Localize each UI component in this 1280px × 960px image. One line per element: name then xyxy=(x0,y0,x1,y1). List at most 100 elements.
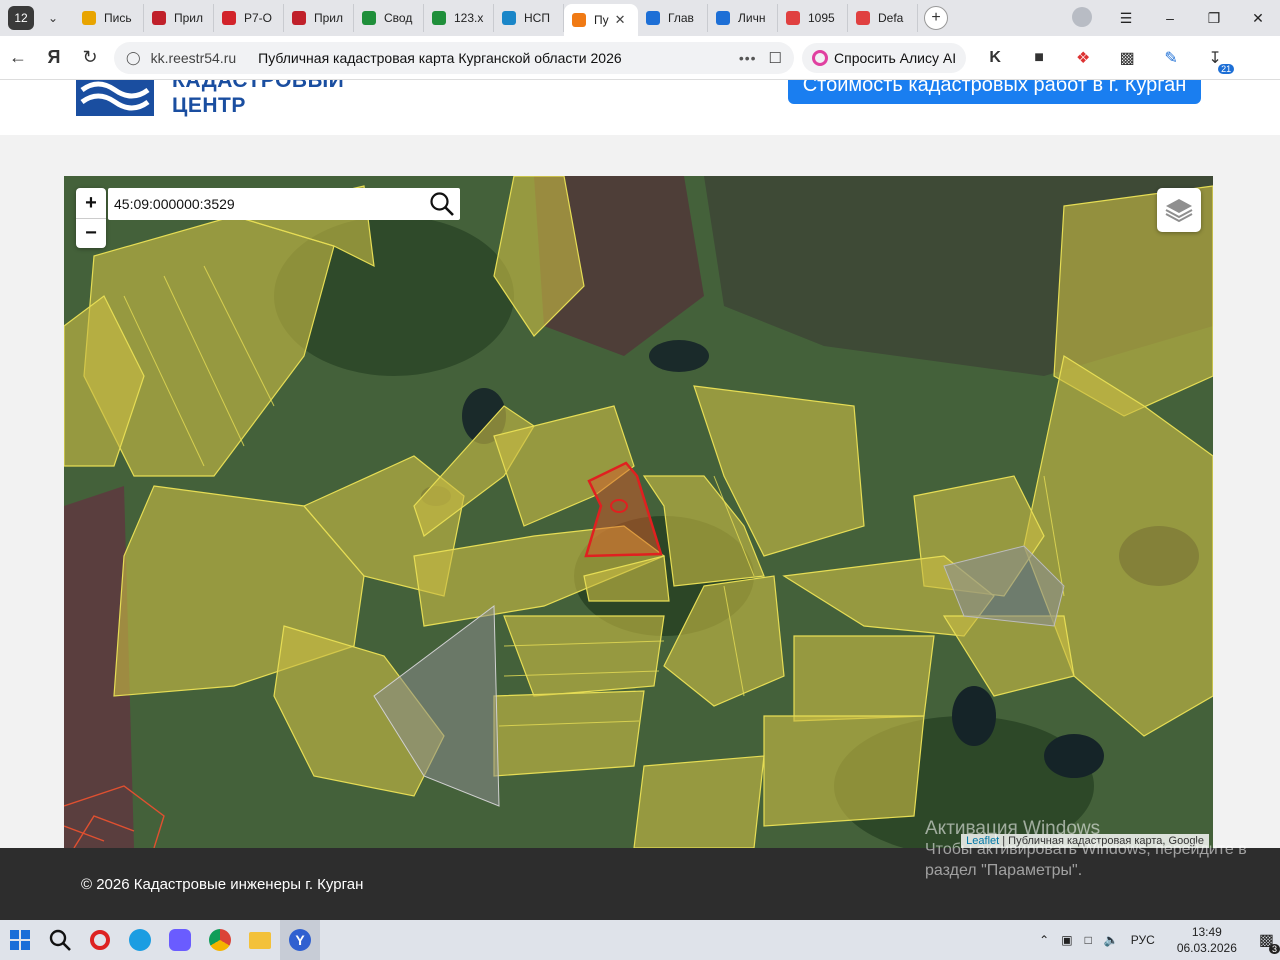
profile-icon[interactable] xyxy=(1060,6,1104,30)
tab-counter-button[interactable]: 12 xyxy=(8,6,34,30)
app-circle-icon[interactable] xyxy=(80,920,120,960)
windows-activation-watermark: Активация Windows Чтобы активировать Win… xyxy=(925,818,1247,881)
windows-taskbar: Y ⌃ ▣ □ 🔈 РУС 13:49 06.03.2026 ▩ 3 xyxy=(0,920,1280,960)
watermark-line-3: раздел "Параметры". xyxy=(925,862,1083,879)
logo-icon[interactable] xyxy=(76,80,154,116)
notifications-icon[interactable]: ▩ 3 xyxy=(1259,930,1280,954)
restore-button[interactable]: ❐ xyxy=(1192,10,1236,27)
downloads-badge: 21 xyxy=(1218,63,1235,74)
tab-favicon-icon xyxy=(362,11,376,25)
pricing-cta-button[interactable]: Стоимость кадастровых работ в г. Курган xyxy=(788,80,1201,104)
tab-label: Прил xyxy=(174,11,204,25)
page-title: Публичная кадастровая карта Курганской о… xyxy=(258,49,622,66)
browser-tab-bar: 12 ⌄ Пись Прил Р7-О Прил Свод 123.х НСП Пу ✕ Глав… xyxy=(0,0,1280,36)
clock-time: 13:49 xyxy=(1191,925,1222,939)
browser-tab[interactable]: 123.х xyxy=(424,4,494,32)
cadastral-map[interactable]: + − Leaflet | Публичная кадастровая карт… xyxy=(64,176,1213,848)
tab-label: Свод xyxy=(384,11,413,25)
extension-puzzle-icon[interactable]: ▩ xyxy=(1116,48,1138,68)
close-window-button[interactable]: ✕ xyxy=(1236,10,1280,27)
meet-icon[interactable]: ▣ xyxy=(1061,933,1072,947)
tab-favicon-icon xyxy=(786,11,800,25)
tab-label: Р7-О xyxy=(244,11,273,25)
tab-favicon-icon xyxy=(502,11,516,25)
browser-tab[interactable]: Р7-О xyxy=(214,4,284,32)
browser-tab[interactable]: Пу ✕ xyxy=(564,4,638,36)
browser-tab[interactable]: Defa xyxy=(848,4,918,32)
minimize-button[interactable]: – xyxy=(1148,10,1192,26)
new-tab-button[interactable]: + xyxy=(924,6,948,30)
language-indicator[interactable]: РУС xyxy=(1131,933,1155,947)
messenger-icon[interactable] xyxy=(160,920,200,960)
logo-text: КАДАСТРОВЫЙ ЦЕНТР xyxy=(172,80,344,118)
tab-favicon-icon xyxy=(432,11,446,25)
volume-icon[interactable]: 🔈 xyxy=(1104,933,1119,947)
tab-label: Пу xyxy=(594,13,609,27)
downloads-icon[interactable]: ↧ 21 xyxy=(1204,48,1235,74)
tab-favicon-icon xyxy=(646,11,660,25)
url-domain: kk.reestr54.ru xyxy=(150,49,237,66)
windows-icon xyxy=(10,930,30,950)
tab-label: 1095 xyxy=(808,11,835,25)
bookmark-icon[interactable]: ☐ xyxy=(769,49,782,67)
tab-label: Прил xyxy=(314,11,344,25)
reload-button[interactable]: ↻ xyxy=(72,47,108,68)
address-bar: ← Я ↻ ◯ kk.reestr54.ru Публичная кадастр… xyxy=(0,36,1280,80)
file-explorer-icon[interactable] xyxy=(240,920,280,960)
browser-tab[interactable]: Пись xyxy=(74,4,144,32)
browser-tab[interactable]: Личн xyxy=(708,4,778,32)
alisa-label: Спросить Алису AI xyxy=(834,49,957,66)
search-icon[interactable] xyxy=(424,188,460,220)
clock[interactable]: 13:49 06.03.2026 xyxy=(1177,924,1237,956)
zoom-out-button[interactable]: − xyxy=(76,218,106,248)
network-icon[interactable]: □ xyxy=(1085,933,1092,947)
chevron-down-icon[interactable]: ⌄ xyxy=(40,5,66,31)
search-taskbar-icon[interactable] xyxy=(40,920,80,960)
extension-shield-icon[interactable]: ❖ xyxy=(1072,48,1094,68)
tab-label: Пись xyxy=(104,11,132,25)
extension-translate-icon[interactable]: ✎ xyxy=(1160,48,1182,68)
watermark-line-2: Чтобы активировать Windows, перейдите в xyxy=(925,841,1247,858)
start-button[interactable] xyxy=(0,920,40,960)
menu-icon[interactable]: ☰ xyxy=(1104,10,1148,27)
zoom-control: + − xyxy=(76,188,106,248)
back-button[interactable]: ← xyxy=(0,47,36,68)
extension-k-icon[interactable]: K xyxy=(984,49,1006,67)
chevron-up-icon[interactable]: ⌃ xyxy=(1039,933,1049,947)
browser-tab[interactable]: Прил xyxy=(284,4,354,32)
browser-tab[interactable]: Свод xyxy=(354,4,424,32)
footer-copyright: © 2026 Кадастровые инженеры г. Курган xyxy=(81,876,364,893)
alisa-button[interactable]: Спросить Алису AI xyxy=(802,42,967,73)
browser-tab[interactable]: НСП xyxy=(494,4,564,32)
notifications-badge: 3 xyxy=(1268,944,1280,954)
close-tab-icon[interactable]: ✕ xyxy=(615,12,626,28)
more-icon[interactable]: ••• xyxy=(739,50,757,66)
tab-label: 123.х xyxy=(454,11,484,25)
chrome-icon[interactable] xyxy=(200,920,240,960)
tab-favicon-icon xyxy=(152,11,166,25)
tab-favicon-icon xyxy=(292,11,306,25)
browser-tab[interactable]: Прил xyxy=(144,4,214,32)
tab-favicon-icon xyxy=(716,11,730,25)
browser-tab[interactable]: 1095 xyxy=(778,4,848,32)
yandex-icon[interactable]: Я xyxy=(36,47,72,68)
clock-date: 06.03.2026 xyxy=(1176,941,1237,955)
system-tray: ⌃ ▣ □ 🔈 РУС 13:49 06.03.2026 ▩ 3 xyxy=(1033,920,1280,960)
site-header: КАДАСТРОВЫЙ ЦЕНТР Стоимость кадастровых … xyxy=(0,80,1280,135)
tab-favicon-icon xyxy=(222,11,236,25)
extension-folder-icon[interactable]: ■ xyxy=(1028,49,1050,67)
cadastral-number-input[interactable] xyxy=(108,196,424,212)
url-field[interactable]: ◯ kk.reestr54.ru Публичная кадастровая к… xyxy=(114,41,794,74)
browser-tab[interactable]: Глав xyxy=(638,4,708,32)
edge-icon[interactable] xyxy=(120,920,160,960)
zoom-in-button[interactable]: + xyxy=(76,188,106,218)
layers-icon xyxy=(1165,199,1193,223)
layers-button[interactable] xyxy=(1157,188,1201,232)
extensions-area: K ■ ❖ ▩ ✎ ↧ 21 xyxy=(984,48,1235,74)
map-tiles[interactable] xyxy=(64,176,1213,848)
tab-label: НСП xyxy=(524,11,550,25)
tab-favicon-icon xyxy=(572,13,586,27)
yandex-browser-icon[interactable]: Y xyxy=(280,920,320,960)
site-info-icon[interactable]: ◯ xyxy=(126,50,141,66)
tab-label: Defa xyxy=(878,11,904,25)
